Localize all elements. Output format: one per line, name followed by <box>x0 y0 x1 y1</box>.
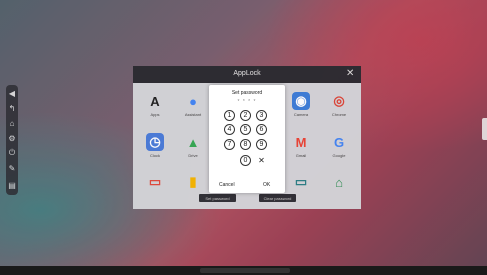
app-camera[interactable]: ◉ Camera <box>284 92 318 117</box>
collapse-icon[interactable]: ◀ <box>6 87 18 99</box>
app-label: Apps <box>150 112 160 117</box>
app-label: Drive <box>188 153 198 158</box>
key-9[interactable]: 9 <box>256 139 267 150</box>
app-tile-icon: ▮ <box>189 174 197 189</box>
app-label: Camera <box>293 112 309 117</box>
close-icon[interactable]: ✕ <box>346 68 354 79</box>
password-dots: * * * * <box>237 99 257 105</box>
app-label: Chrome <box>331 112 347 117</box>
app-label: Gmail <box>295 153 307 158</box>
app-row3-4[interactable]: ⌂ <box>322 173 356 191</box>
app-tile-icon: ⌂ <box>335 174 343 190</box>
key-8[interactable]: 8 <box>240 139 251 150</box>
clear-password-button[interactable]: Clear password <box>259 194 296 202</box>
set-password-dialog: Set password * * * * 1 2 3 4 5 6 7 8 9 0… <box>209 85 285 193</box>
key-5[interactable]: 5 <box>240 124 251 135</box>
key-6[interactable]: 6 <box>256 124 267 135</box>
side-toolbar: ◀ ↰ ⌂ ⚙ ⏻ ✎ ▤ <box>6 85 18 195</box>
camera-icon: ◉ <box>292 92 310 110</box>
app-chrome[interactable]: ◎ Chrome <box>322 92 356 117</box>
app-google[interactable]: G Google <box>322 133 356 159</box>
app-drive[interactable]: ▲ Drive <box>176 133 210 159</box>
app-label: Google <box>332 153 346 158</box>
app-tile-icon: ▭ <box>294 174 308 189</box>
app-row3-1[interactable]: ▭ <box>138 173 172 191</box>
set-password-button[interactable]: Set password <box>199 194 236 202</box>
key-4[interactable]: 4 <box>224 124 235 135</box>
app-label: Clock <box>149 153 160 158</box>
home-icon[interactable]: ⌂ <box>6 117 18 129</box>
google-icon: G <box>333 134 345 150</box>
app-row3-2[interactable]: ▮ <box>176 173 210 191</box>
app-gmail[interactable]: M Gmail <box>284 133 318 159</box>
app-clock[interactable]: ◷ Clock <box>138 133 172 158</box>
key-2[interactable]: 2 <box>240 110 251 121</box>
app-assistant[interactable]: ● Assistant <box>176 92 210 118</box>
settings-icon[interactable]: ⚙ <box>6 132 18 144</box>
cancel-button[interactable]: Cancel <box>219 182 235 188</box>
gmail-icon: M <box>295 134 307 150</box>
app-apps[interactable]: A Apps <box>138 92 172 118</box>
applock-title: AppLock <box>233 70 261 77</box>
window-icon[interactable]: ▤ <box>6 179 18 191</box>
back-icon[interactable]: ↰ <box>6 102 18 114</box>
app-row3-3[interactable]: ▭ <box>284 173 318 191</box>
app-tile-icon: ▭ <box>148 174 162 189</box>
assistant-icon: ● <box>189 93 197 109</box>
delete-icon[interactable]: ✕ <box>256 156 267 165</box>
clock-icon: ◷ <box>146 133 164 151</box>
input-source-icon[interactable]: ⏻ <box>6 147 18 159</box>
annotate-icon[interactable]: ✎ <box>6 162 18 174</box>
ok-button[interactable]: OK <box>263 182 270 188</box>
key-3[interactable]: 3 <box>256 110 267 121</box>
chrome-icon: ◎ <box>333 93 345 108</box>
key-7[interactable]: 7 <box>224 139 235 150</box>
key-1[interactable]: 1 <box>224 110 235 121</box>
dialog-title: Set password <box>231 90 263 96</box>
app-label: Assistant <box>184 112 202 117</box>
right-edge-handle[interactable] <box>482 118 487 140</box>
drive-icon: ▲ <box>186 134 200 150</box>
applock-header: AppLock ✕ <box>133 66 361 83</box>
key-0[interactable]: 0 <box>240 155 251 166</box>
bottom-bar <box>0 266 487 275</box>
taskbar-handle[interactable] <box>200 268 290 273</box>
apps-icon: A <box>150 93 160 109</box>
